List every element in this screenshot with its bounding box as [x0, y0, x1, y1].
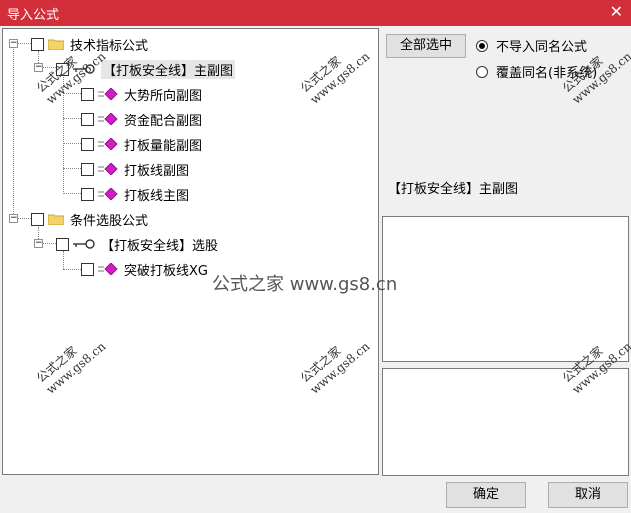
formula-description[interactable]	[382, 216, 629, 362]
key-icon	[73, 64, 95, 74]
tree-node-item[interactable]: 打板线主图	[81, 185, 190, 204]
radio-no-import[interactable]: 不导入同名公式	[476, 36, 587, 55]
tree-node-formula[interactable]: 【打板安全线】选股	[56, 235, 219, 254]
formula-tree[interactable]: − 技术指标公式 − 【打板安全线】主副图 大势所向副图 资金配合副图 打板量能…	[2, 28, 379, 475]
radio-label: 不导入同名公式	[496, 40, 588, 55]
tree-node-item[interactable]: 资金配合副图	[81, 110, 203, 129]
minus-icon[interactable]: −	[34, 63, 43, 72]
tree-node-item[interactable]: 突破打板线XG	[81, 260, 208, 279]
gem-icon	[98, 88, 118, 100]
window-title: 导入公式	[7, 8, 60, 23]
tree-node-item[interactable]: 打板量能副图	[81, 135, 203, 154]
node-checkbox[interactable]	[56, 62, 69, 76]
tree-node-label: 打板线主图	[124, 188, 190, 204]
minus-icon[interactable]: −	[9, 39, 18, 48]
minus-icon[interactable]: −	[9, 214, 18, 223]
gem-icon	[98, 188, 118, 200]
key-icon	[73, 239, 95, 249]
node-checkbox[interactable]	[81, 187, 94, 201]
node-checkbox[interactable]	[56, 237, 69, 251]
tree-node-indicators[interactable]: 技术指标公式	[31, 35, 149, 54]
tree-node-formula[interactable]: 【打板安全线】主副图	[56, 59, 236, 79]
gem-icon	[98, 263, 118, 275]
node-checkbox[interactable]	[81, 262, 94, 276]
select-all-button[interactable]: 全部选中	[386, 34, 466, 58]
node-checkbox[interactable]	[81, 112, 94, 126]
tree-node-item[interactable]: 大势所向副图	[81, 85, 203, 104]
formula-detail[interactable]	[382, 368, 629, 476]
watermark-center: 公式之家 www.gs8.cn	[212, 274, 398, 295]
folder-icon	[48, 214, 64, 225]
tree-node-label: 打板量能副图	[124, 138, 203, 154]
node-checkbox[interactable]	[81, 162, 94, 176]
node-checkbox[interactable]	[31, 37, 44, 51]
cancel-button[interactable]: 取消	[548, 482, 628, 508]
node-checkbox[interactable]	[81, 87, 94, 101]
gem-icon	[98, 138, 118, 150]
radio-button[interactable]	[476, 39, 488, 52]
radio-button[interactable]	[476, 65, 488, 78]
dialog-body: − 技术指标公式 − 【打板安全线】主副图 大势所向副图 资金配合副图 打板量能…	[0, 26, 631, 513]
tree-node-label: 条件选股公式	[70, 213, 149, 229]
selected-formula-name: 【打板安全线】主副图	[388, 182, 519, 197]
tree-node-stock-picks[interactable]: 条件选股公式	[31, 210, 149, 229]
tree-node-label: 打板线副图	[124, 163, 190, 179]
radio-overwrite[interactable]: 覆盖同名(非系统)	[476, 62, 597, 81]
gem-icon	[98, 113, 118, 125]
node-checkbox[interactable]	[81, 137, 94, 151]
minus-icon[interactable]: −	[34, 239, 43, 248]
tree-node-item[interactable]: 打板线副图	[81, 160, 190, 179]
gem-icon	[98, 163, 118, 175]
folder-icon	[48, 39, 64, 50]
radio-label: 覆盖同名(非系统)	[496, 66, 598, 81]
tree-node-label: 技术指标公式	[70, 38, 149, 54]
tree-node-label: 【打板安全线】选股	[101, 238, 219, 254]
title-bar: 导入公式 ✕	[0, 0, 631, 26]
tree-node-label: 【打板安全线】主副图	[101, 59, 236, 79]
tree-node-label: 突破打板线XG	[124, 263, 208, 279]
tree-node-label: 大势所向副图	[124, 88, 203, 104]
tree-node-label: 资金配合副图	[124, 113, 203, 129]
node-checkbox[interactable]	[31, 212, 44, 226]
ok-button[interactable]: 确定	[446, 482, 526, 508]
close-icon[interactable]: ✕	[610, 2, 623, 22]
